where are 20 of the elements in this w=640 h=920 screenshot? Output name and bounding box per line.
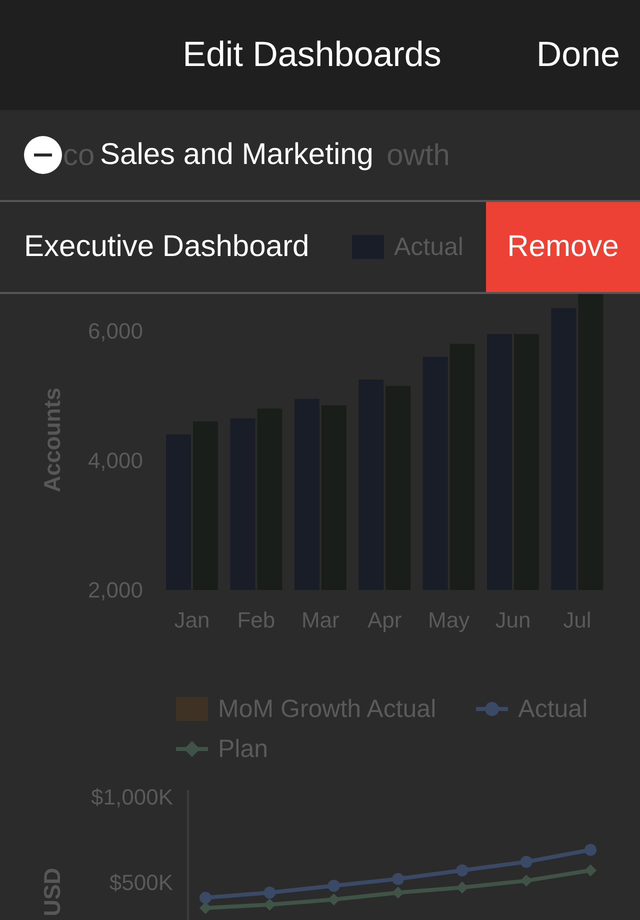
screen-title: Edit Dashboards <box>182 35 442 75</box>
remove-button[interactable]: Remove <box>486 202 640 292</box>
data-point <box>456 864 468 876</box>
data-point <box>456 882 468 894</box>
data-point <box>200 892 212 904</box>
done-button[interactable]: Done <box>536 35 620 75</box>
data-point <box>392 872 404 885</box>
data-point <box>328 880 340 892</box>
data-point <box>264 898 276 911</box>
data-point <box>520 856 532 868</box>
data-point <box>392 886 404 899</box>
dashboard-name: Sales and Marketing <box>100 138 374 172</box>
data-point <box>584 864 597 876</box>
data-point <box>584 844 597 856</box>
data-point <box>200 902 212 914</box>
minus-circle-icon[interactable] <box>24 136 62 174</box>
data-point <box>328 893 340 906</box>
data-point <box>264 886 276 899</box>
data-point <box>520 874 532 887</box>
dashboard-name: Executive Dashboard <box>24 230 310 264</box>
